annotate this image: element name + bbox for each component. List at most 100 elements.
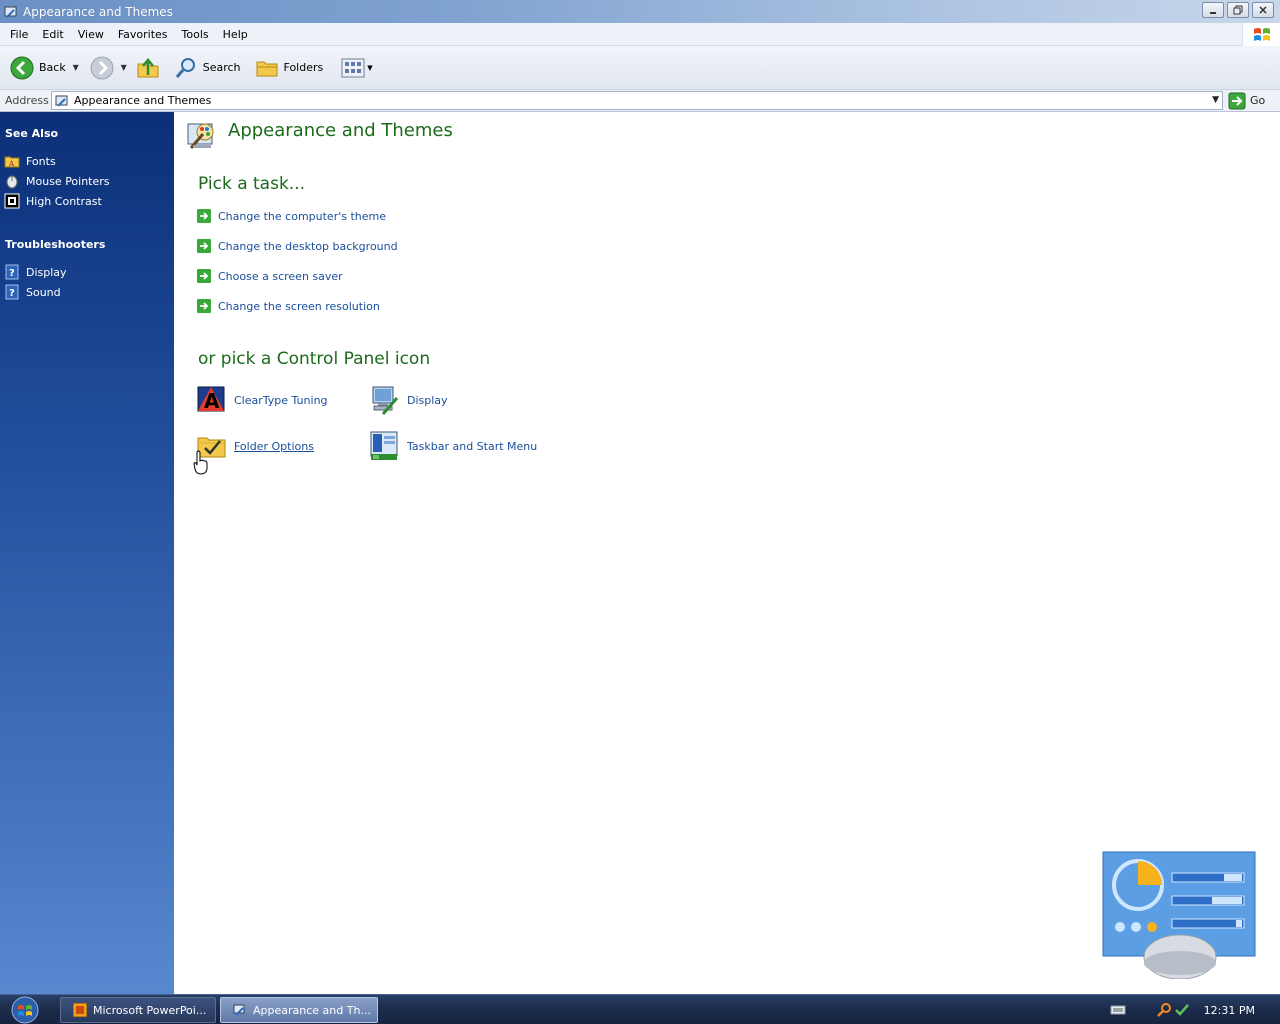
- close-button[interactable]: [1252, 2, 1274, 18]
- task-arrow-icon: [197, 299, 211, 313]
- views-dropdown-icon: ▼: [367, 63, 373, 72]
- help-icon: ?: [5, 264, 19, 280]
- go-button[interactable]: Go: [1228, 91, 1265, 110]
- minimize-button[interactable]: [1202, 2, 1224, 18]
- control-panel-icon: [233, 1004, 245, 1016]
- menu-favorites[interactable]: Favorites: [111, 28, 175, 41]
- network-icon[interactable]: [1174, 1002, 1190, 1018]
- high-contrast-icon: [4, 193, 20, 209]
- folders-button[interactable]: Folders: [252, 53, 327, 83]
- sidebar-item-display-troubleshooter[interactable]: ? Display: [4, 264, 67, 280]
- search-icon: [175, 57, 195, 78]
- sidebar-item-label: Display: [26, 265, 67, 279]
- go-label: Go: [1250, 94, 1266, 107]
- address-input[interactable]: Appearance and Themes ▼: [51, 91, 1223, 110]
- clock: 12:31 PM: [1203, 1003, 1255, 1017]
- sidebar-item-high-contrast[interactable]: High Contrast: [4, 193, 102, 209]
- menu-edit[interactable]: Edit: [35, 28, 70, 41]
- keyboard-icon[interactable]: [1110, 1004, 1126, 1016]
- task-label: Change the desktop background: [218, 239, 398, 253]
- address-label: Address: [5, 94, 49, 107]
- title-bar: Appearance and Themes: [0, 0, 1280, 23]
- pick-icon-heading: or pick a Control Panel icon: [198, 349, 431, 369]
- task-arrow-icon: [197, 209, 211, 223]
- forward-history-dropdown[interactable]: ▼: [117, 53, 131, 83]
- address-value: Appearance and Themes: [74, 94, 212, 107]
- control-panel-watermark-icon: [1102, 851, 1256, 979]
- cp-icon-folder-options[interactable]: Folder Options: [196, 430, 314, 462]
- task-screen-saver[interactable]: Choose a screen saver: [197, 269, 343, 283]
- taskbar-button-label: Appearance and Th...: [253, 1003, 371, 1017]
- search-icon[interactable]: [1156, 1002, 1172, 1018]
- menu-tools[interactable]: Tools: [175, 28, 216, 41]
- page-title: Appearance and Themes: [228, 120, 453, 141]
- menu-view[interactable]: View: [71, 28, 111, 41]
- troubleshooters-heading: Troubleshooters: [5, 238, 106, 251]
- minimize-icon: [1210, 12, 1216, 14]
- task-label: Change the screen resolution: [218, 299, 380, 313]
- sidebar: See Also A Fonts Mouse Pointers High Con…: [0, 112, 174, 994]
- back-button[interactable]: Back: [7, 53, 69, 83]
- task-change-background[interactable]: Change the desktop background: [197, 239, 398, 253]
- menu-bar: File Edit View Favorites Tools Help: [0, 23, 1280, 46]
- cleartype-icon: A: [197, 386, 225, 413]
- sidebar-item-label: Mouse Pointers: [26, 174, 110, 188]
- menu-file[interactable]: File: [3, 28, 35, 41]
- forward-arrow-icon: [90, 56, 114, 79]
- task-label: Choose a screen saver: [218, 269, 343, 283]
- windows-flag-icon: [1253, 27, 1270, 41]
- svg-text:?: ?: [9, 268, 15, 279]
- task-arrow-icon: [197, 269, 211, 283]
- cp-icon-label: ClearType Tuning: [234, 393, 328, 407]
- taskbar-button-powerpoint[interactable]: Microsoft PowerPoi...: [60, 997, 216, 1023]
- folders-icon: [256, 61, 278, 76]
- svg-text:A: A: [8, 160, 15, 168]
- pick-task-heading: Pick a task...: [198, 174, 306, 194]
- cp-icon-label: Taskbar and Start Menu: [407, 439, 538, 453]
- up-folder-button[interactable]: [133, 53, 163, 83]
- cp-icon-label: Folder Options: [234, 439, 314, 453]
- appearance-themes-icon: [187, 123, 214, 149]
- cp-icon-taskbar[interactable]: Taskbar and Start Menu: [369, 430, 537, 462]
- back-history-dropdown[interactable]: ▼: [69, 53, 83, 83]
- mouse-icon: [6, 175, 18, 189]
- cp-icon-cleartype[interactable]: A ClearType Tuning: [196, 384, 328, 416]
- powerpoint-icon: [73, 1003, 87, 1017]
- help-icon: ?: [5, 284, 19, 300]
- task-screen-resolution[interactable]: Change the screen resolution: [197, 299, 380, 313]
- sidebar-item-fonts[interactable]: A Fonts: [4, 153, 56, 169]
- taskbar-button-appearance[interactable]: Appearance and Th...: [220, 997, 378, 1023]
- taskbar: Microsoft PowerPoi... Appearance and Th.…: [0, 994, 1280, 1024]
- task-arrow-icon: [197, 239, 211, 253]
- control-panel-icon: [55, 95, 68, 107]
- cp-icon-label: Display: [407, 393, 448, 407]
- menu-help[interactable]: Help: [216, 28, 255, 41]
- up-folder-icon: [137, 57, 159, 77]
- sidebar-item-sound-troubleshooter[interactable]: ? Sound: [4, 284, 61, 300]
- control-panel-icon: [4, 6, 17, 18]
- address-bar: Address Appearance and Themes ▼ Go: [0, 90, 1280, 112]
- window-title: Appearance and Themes: [23, 4, 173, 19]
- go-arrow-icon: [1228, 92, 1246, 109]
- back-label: Back: [39, 61, 66, 74]
- address-dropdown-icon[interactable]: ▼: [1212, 95, 1219, 105]
- windows-logo: [1242, 23, 1280, 46]
- cp-icon-display[interactable]: Display: [369, 384, 448, 416]
- forward-button[interactable]: [87, 53, 117, 83]
- restore-button[interactable]: [1227, 2, 1249, 18]
- sidebar-item-label: Sound: [26, 285, 61, 299]
- sidebar-item-mouse-pointers[interactable]: Mouse Pointers: [4, 173, 110, 189]
- start-button[interactable]: [8, 996, 42, 1024]
- display-icon: [372, 386, 399, 415]
- svg-text:A: A: [204, 389, 220, 413]
- task-label: Change the computer's theme: [218, 209, 386, 223]
- views-icon: [341, 58, 365, 77]
- back-arrow-icon: [10, 56, 34, 79]
- search-label: Search: [202, 61, 241, 74]
- taskbar-button-label: Microsoft PowerPoi...: [93, 1003, 207, 1017]
- mouse-cursor-icon: [193, 450, 208, 475]
- views-button[interactable]: ▼: [338, 53, 375, 83]
- toolbar: Back ▼ ▼ Search Folders ▼: [0, 46, 1280, 90]
- search-button[interactable]: Search: [171, 53, 244, 83]
- task-change-theme[interactable]: Change the computer's theme: [197, 209, 386, 223]
